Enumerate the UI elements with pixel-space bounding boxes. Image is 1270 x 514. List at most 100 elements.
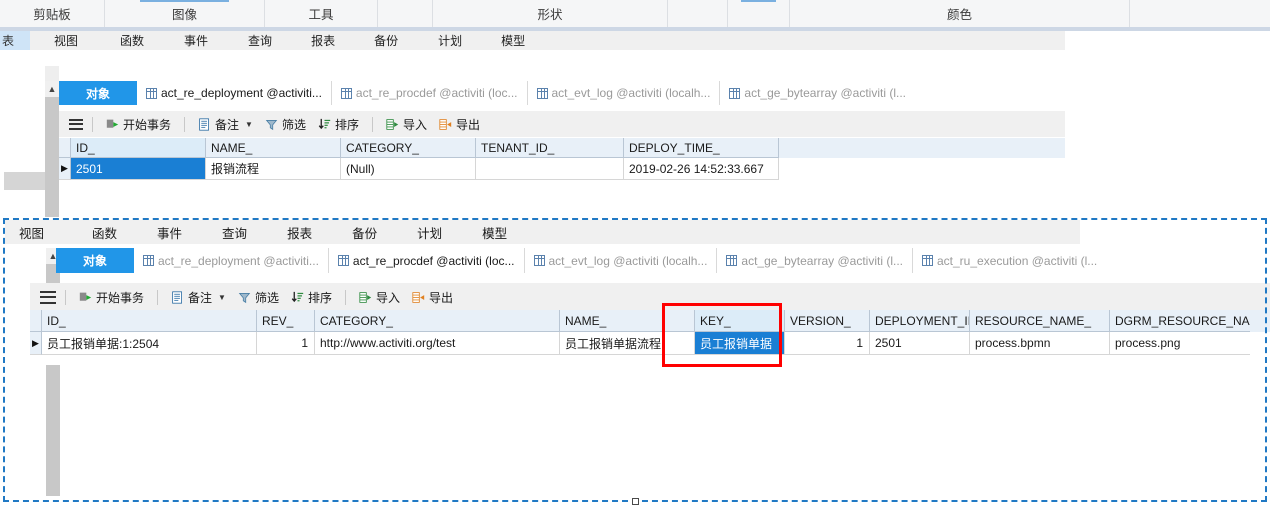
- menu-item-schedule[interactable]: 计划: [397, 220, 462, 244]
- ribbon-group-tools[interactable]: 工具: [265, 0, 378, 27]
- button-label: 筛选: [281, 117, 306, 132]
- column-header-version[interactable]: VERSION_: [785, 310, 870, 332]
- column-header-id[interactable]: ID_: [42, 310, 257, 332]
- column-header-dgrm-resource-name[interactable]: DGRM_RESOURCE_NAM: [1110, 310, 1250, 332]
- tab-act-evt-log[interactable]: act_evt_log @activiti (localh...: [527, 81, 721, 105]
- tab-act-re-deployment[interactable]: act_re_deployment @activiti...: [134, 248, 329, 273]
- cell-id[interactable]: 员工报销单据:1:2504: [42, 332, 257, 355]
- menu-item-backup[interactable]: 备份: [332, 220, 397, 244]
- selection-handle-bottom-center[interactable]: [632, 498, 639, 505]
- column-header-rev[interactable]: REV_: [257, 310, 315, 332]
- filter-button[interactable]: 筛选: [259, 111, 312, 137]
- top-panel-scroll-track[interactable]: [45, 66, 59, 81]
- ribbon-group-shapes[interactable]: 形状: [433, 0, 668, 27]
- menu-item-model[interactable]: 模型: [495, 31, 531, 50]
- table-row[interactable]: ▶ 员工报销单据:1:2504 1 http://www.activiti.or…: [30, 332, 1270, 355]
- tab-act-ge-bytearray[interactable]: act_ge_bytearray @activiti (l...: [720, 81, 915, 105]
- cell-dgrm-resource-name[interactable]: process.png: [1110, 332, 1250, 355]
- tab-act-ge-bytearray[interactable]: act_ge_bytearray @activiti (l...: [717, 248, 913, 273]
- export-button[interactable]: 导出: [433, 111, 486, 137]
- menu-item-function[interactable]: 函数: [72, 220, 137, 244]
- row-marker-header: [59, 138, 71, 158]
- tab-label: 对象: [85, 86, 110, 101]
- bottom-panel-tabstrip: 对象 act_re_deployment @activiti... act_re…: [56, 248, 1270, 273]
- toolbar-separator: [65, 289, 66, 305]
- table-grid-icon: [146, 87, 157, 99]
- start-transaction-button[interactable]: 开始事务: [73, 284, 150, 310]
- toolbar-separator: [184, 116, 186, 132]
- menu-item-backup[interactable]: 备份: [368, 31, 404, 50]
- column-header-tenant-id[interactable]: TENANT_ID_: [476, 138, 624, 158]
- sort-button[interactable]: 排序: [285, 284, 338, 310]
- chevron-down-icon[interactable]: ▼: [218, 293, 226, 302]
- cell-category[interactable]: http://www.activiti.org/test: [315, 332, 560, 355]
- button-label: 排序: [334, 117, 359, 132]
- tab-act-re-procdef[interactable]: act_re_procdef @activiti (loc...: [331, 81, 528, 105]
- menu-item-report[interactable]: 报表: [267, 220, 332, 244]
- column-header-category[interactable]: CATEGORY_: [315, 310, 560, 332]
- column-header-name[interactable]: NAME_: [560, 310, 695, 332]
- filter-button[interactable]: 筛选: [232, 284, 285, 310]
- sort-button[interactable]: 排序: [312, 111, 365, 137]
- menu-hamburger-icon[interactable]: [69, 118, 83, 130]
- column-header-key[interactable]: KEY_: [695, 310, 785, 332]
- scroll-up-icon[interactable]: ▲: [45, 81, 59, 97]
- row-marker-current[interactable]: ▶: [59, 158, 71, 180]
- cell-key[interactable]: 员工报销单据: [695, 332, 785, 355]
- ribbon-group-image[interactable]: 图像: [105, 0, 265, 27]
- ribbon-group-clipboard[interactable]: 剪贴板: [0, 0, 105, 27]
- menu-item-query[interactable]: 查询: [242, 31, 278, 50]
- cell-tenant-id[interactable]: [476, 158, 624, 180]
- chevron-down-icon[interactable]: ▼: [245, 120, 253, 129]
- menu-item-event[interactable]: 事件: [137, 220, 202, 244]
- tab-objects[interactable]: 对象: [59, 81, 137, 105]
- menu-item-function[interactable]: 函数: [114, 31, 150, 50]
- menu-item-schedule[interactable]: 计划: [432, 31, 468, 50]
- tab-label: act_evt_log @activiti (localh...: [548, 253, 708, 268]
- menu-item-table[interactable]: 表: [0, 31, 30, 50]
- import-button[interactable]: 导入: [353, 284, 406, 310]
- tab-label: act_re_procdef @activiti (loc...: [355, 86, 518, 100]
- tab-act-ru-execution[interactable]: act_ru_execution @activiti (l...: [913, 248, 1107, 273]
- export-button[interactable]: 导出: [406, 284, 459, 310]
- menu-item-query[interactable]: 查询: [202, 220, 267, 244]
- bottom-panel-toolbar: 开始事务 备注 ▼ 筛选 排序 导入 导出: [30, 283, 1270, 311]
- cell-category[interactable]: (Null): [341, 158, 476, 180]
- cell-deployment-id[interactable]: 2501: [870, 332, 970, 355]
- note-button[interactable]: 备注 ▼: [165, 284, 232, 310]
- button-label: 开始事务: [123, 117, 172, 132]
- ribbon-group-colors[interactable]: 颜色: [790, 0, 1130, 27]
- import-button[interactable]: 导入: [380, 111, 433, 137]
- cell-id[interactable]: 2501: [71, 158, 206, 180]
- column-header-resource-name[interactable]: RESOURCE_NAME_: [970, 310, 1110, 332]
- tab-label: act_re_deployment @activiti...: [161, 86, 322, 100]
- cell-rev[interactable]: 1: [257, 332, 315, 355]
- button-label: 导出: [429, 290, 454, 305]
- column-header-name[interactable]: NAME_: [206, 138, 341, 158]
- top-panel-vertical-scrollbar[interactable]: [45, 81, 59, 217]
- tab-act-re-procdef[interactable]: act_re_procdef @activiti (loc...: [328, 248, 525, 273]
- menu-item-model[interactable]: 模型: [462, 220, 527, 244]
- row-marker-current[interactable]: ▶: [30, 332, 42, 355]
- column-header-id[interactable]: ID_: [71, 138, 206, 158]
- menu-item-view[interactable]: 视图: [48, 31, 84, 50]
- tab-act-evt-log[interactable]: act_evt_log @activiti (localh...: [524, 248, 718, 273]
- table-row[interactable]: ▶ 2501 报销流程 (Null) 2019-02-26 14:52:33.6…: [59, 158, 1065, 180]
- tab-act-re-deployment[interactable]: act_re_deployment @activiti...: [137, 81, 332, 105]
- column-header-category[interactable]: CATEGORY_: [341, 138, 476, 158]
- menu-item-report[interactable]: 报表: [305, 31, 341, 50]
- cell-name[interactable]: 员工报销单据流程: [560, 332, 695, 355]
- cell-name[interactable]: 报销流程: [206, 158, 341, 180]
- menu-item-view[interactable]: 视图: [5, 220, 72, 244]
- start-transaction-button[interactable]: 开始事务: [100, 111, 177, 137]
- toolbar-separator: [344, 289, 346, 305]
- note-button[interactable]: 备注 ▼: [192, 111, 259, 137]
- column-header-deploy-time[interactable]: DEPLOY_TIME_: [624, 138, 779, 158]
- menu-item-event[interactable]: 事件: [178, 31, 214, 50]
- menu-hamburger-icon[interactable]: [40, 290, 56, 304]
- cell-version[interactable]: 1: [785, 332, 870, 355]
- cell-deploy-time[interactable]: 2019-02-26 14:52:33.667: [624, 158, 779, 180]
- tab-objects[interactable]: 对象: [56, 248, 134, 273]
- cell-resource-name[interactable]: process.bpmn: [970, 332, 1110, 355]
- column-header-deployment-id[interactable]: DEPLOYMENT_ID_: [870, 310, 970, 332]
